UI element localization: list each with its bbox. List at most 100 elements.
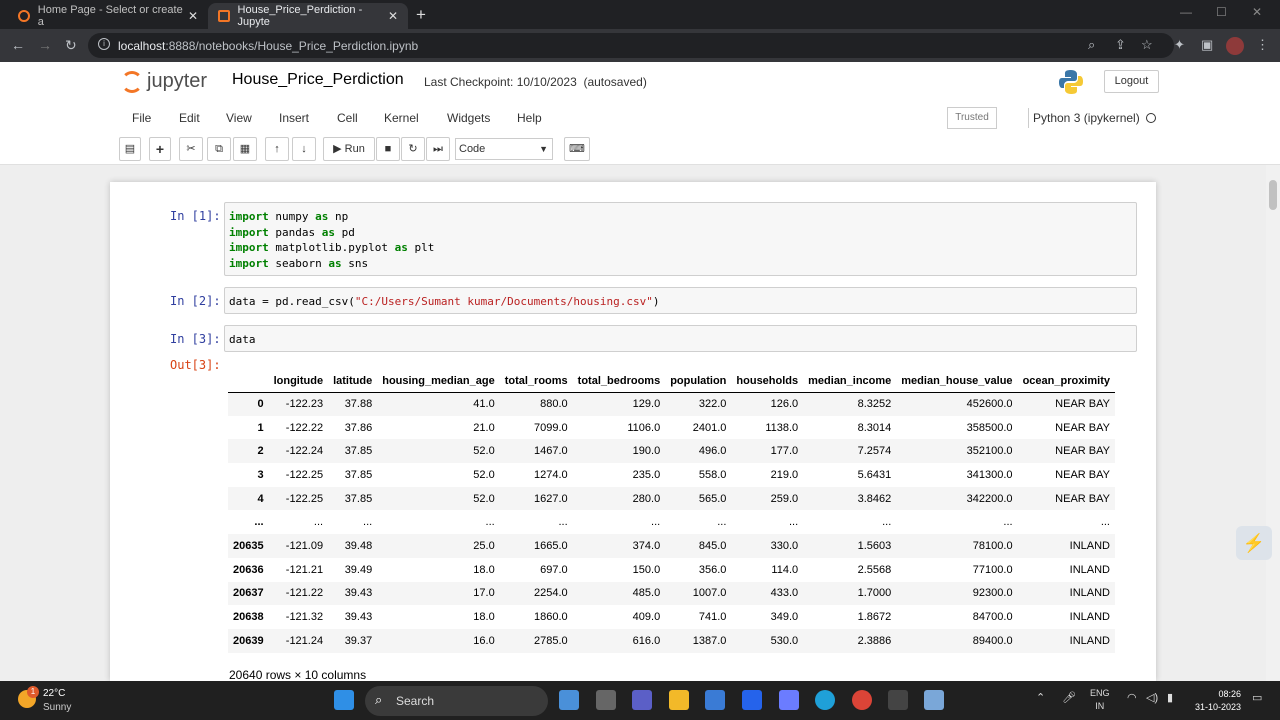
close-icon[interactable]: ✕ — [188, 9, 198, 23]
move-up-icon[interactable]: ↑ — [265, 137, 289, 161]
kernel-indicator[interactable]: Python 3 (ipykernel) — [1028, 108, 1156, 128]
widgets-icon[interactable] — [559, 690, 579, 710]
code-cell[interactable]: data = pd.read_csv("C:/Users/Sumant kuma… — [224, 287, 1137, 314]
restart-icon[interactable]: ↻ — [401, 137, 425, 161]
floating-widget-icon[interactable]: ⚡ — [1236, 526, 1272, 560]
new-tab-icon[interactable]: + — [416, 5, 426, 25]
extensions-icon[interactable]: ✦ — [1174, 37, 1185, 53]
close-window-icon[interactable]: ✕ — [1252, 5, 1262, 19]
temperature: 22°C — [43, 688, 66, 699]
back-icon[interactable]: ← — [11, 37, 25, 53]
table-cell: NEAR BAY — [1055, 492, 1110, 505]
profile-avatar[interactable] — [1226, 37, 1244, 55]
task-view-icon[interactable] — [596, 690, 616, 710]
menu-insert[interactable]: Insert — [279, 111, 309, 125]
windows-start-icon[interactable] — [334, 690, 354, 710]
table-row: 0 -122.23 37.88 41.0 880.0 129.0 322.0 126.0 8.3… — [228, 392, 1115, 416]
run-button[interactable]: ▶ Run — [323, 137, 375, 161]
bookmark-star-icon[interactable]: ☆ — [1141, 37, 1153, 53]
cell-code: data = pd.read_csv("C:/Users/Sumant kuma… — [229, 295, 660, 308]
menu-cell[interactable]: Cell — [337, 111, 358, 125]
table-cell: 8.3014 — [857, 421, 892, 434]
maximize-icon[interactable]: ☐ — [1216, 5, 1227, 19]
jupyter-app-icon[interactable] — [924, 690, 944, 710]
table-row: ................................. — [228, 510, 1115, 534]
teams-icon[interactable] — [632, 690, 652, 710]
code-cell[interactable]: import numpy as np import pandas as pd i… — [224, 202, 1137, 276]
menu-view[interactable]: View — [226, 111, 252, 125]
column-header: households — [731, 370, 804, 393]
move-down-icon[interactable]: ↓ — [292, 137, 316, 161]
minimize-icon[interactable]: — — [1180, 5, 1192, 19]
interrupt-icon[interactable]: ■ — [376, 137, 400, 161]
command-palette-icon[interactable]: ⌨ — [564, 137, 590, 161]
trusted-indicator[interactable]: Trusted — [947, 107, 997, 129]
menu-file[interactable]: File — [132, 111, 151, 125]
edge-icon[interactable] — [815, 690, 835, 710]
tab-notebook[interactable]: House_Price_Perdiction - Jupyte ✕ — [208, 3, 408, 29]
notifications-icon[interactable]: ▭ — [1252, 691, 1262, 704]
terminal-icon[interactable] — [888, 690, 908, 710]
site-info-icon[interactable]: i — [98, 38, 110, 50]
menu-kernel[interactable]: Kernel — [384, 111, 419, 125]
cut-icon[interactable]: ✂ — [179, 137, 203, 161]
table-cell: 1.8672 — [857, 611, 892, 624]
store-icon[interactable] — [705, 690, 725, 710]
python-logo-icon — [1059, 70, 1083, 94]
vscode-icon[interactable] — [779, 690, 799, 710]
table-cell: 1665.0 — [534, 539, 568, 552]
language-indicator[interactable]: ENG IN — [1090, 687, 1110, 713]
insert-cell-icon[interactable]: + — [149, 137, 171, 161]
vertical-scrollbar[interactable] — [1266, 165, 1280, 681]
jupyter-logo[interactable]: jupyter — [121, 70, 207, 93]
checkpoint-text: Last Checkpoint: 10/10/2023 — [424, 75, 577, 89]
table-cell: ... — [1100, 516, 1110, 529]
tab-home-page[interactable]: Home Page - Select or create a ✕ — [8, 3, 208, 29]
side-panel-icon[interactable]: ▣ — [1201, 37, 1213, 53]
restart-run-all-icon[interactable]: ⏭ — [426, 137, 450, 161]
share-icon[interactable]: ⇪ — [1115, 37, 1126, 53]
menu-kebab-icon[interactable]: ⋮ — [1256, 37, 1269, 53]
cell-type-select[interactable]: Code ▼ — [455, 138, 553, 160]
notebook-name[interactable]: House_Price_Perdiction — [232, 71, 404, 89]
clock[interactable]: 08:26 31-10-2023 — [1195, 688, 1241, 714]
taskbar-search[interactable]: ⌕ Search — [365, 686, 548, 716]
close-icon[interactable]: ✕ — [388, 9, 398, 23]
save-icon[interactable]: ▤ — [119, 137, 141, 161]
paste-icon[interactable]: ▦ — [233, 137, 257, 161]
row-index: ... — [254, 516, 264, 529]
microphone-icon[interactable]: 🎤︎ — [1062, 691, 1076, 704]
logout-button[interactable]: Logout — [1104, 70, 1159, 93]
table-cell: 349.0 — [770, 611, 799, 624]
table-cell: 1007.0 — [692, 587, 727, 600]
forward-icon[interactable]: → — [38, 37, 52, 53]
table-cell: 52.0 — [473, 468, 495, 481]
table-cell: 92300.0 — [972, 587, 1013, 600]
volume-icon[interactable]: ◁) — [1146, 691, 1158, 704]
table-cell: 280.0 — [632, 492, 661, 505]
code-cell[interactable]: data — [224, 325, 1137, 352]
menu-edit[interactable]: Edit — [179, 111, 200, 125]
chrome-icon[interactable] — [852, 690, 872, 710]
table-row: 1 -122.22 37.86 21.0 7099.0 1106.0 2401.0 1138.… — [228, 416, 1115, 440]
address-bar[interactable]: i localhost:8888/notebooks/House_Price_P… — [88, 33, 1174, 58]
reload-icon[interactable]: ↻ — [65, 37, 77, 54]
table-cell: INLAND — [1069, 634, 1110, 647]
file-explorer-icon[interactable] — [669, 690, 689, 710]
menu-widgets[interactable]: Widgets — [447, 111, 490, 125]
battery-icon[interactable]: ▮ — [1167, 691, 1173, 704]
wifi-icon[interactable]: ◠ — [1127, 691, 1137, 704]
menu-help[interactable]: Help — [517, 111, 542, 125]
menu-bar: File Edit View Insert Cell Kernel Widget… — [119, 106, 1164, 130]
clock-date: 31-10-2023 — [1195, 702, 1242, 712]
table-cell: 845.0 — [698, 539, 727, 552]
table-cell: 1627.0 — [534, 492, 568, 505]
table-cell: ... — [1003, 516, 1013, 529]
show-hidden-icons-icon[interactable]: ⌃ — [1036, 691, 1045, 704]
zoom-icon[interactable]: ⌕ — [1088, 37, 1095, 53]
scrollbar-thumb[interactable] — [1269, 180, 1277, 210]
table-cell: NEAR BAY — [1055, 421, 1110, 434]
copy-icon[interactable]: ⧉ — [207, 137, 231, 161]
pen-app-icon[interactable] — [742, 690, 762, 710]
notification-badge: 1 — [27, 686, 39, 698]
